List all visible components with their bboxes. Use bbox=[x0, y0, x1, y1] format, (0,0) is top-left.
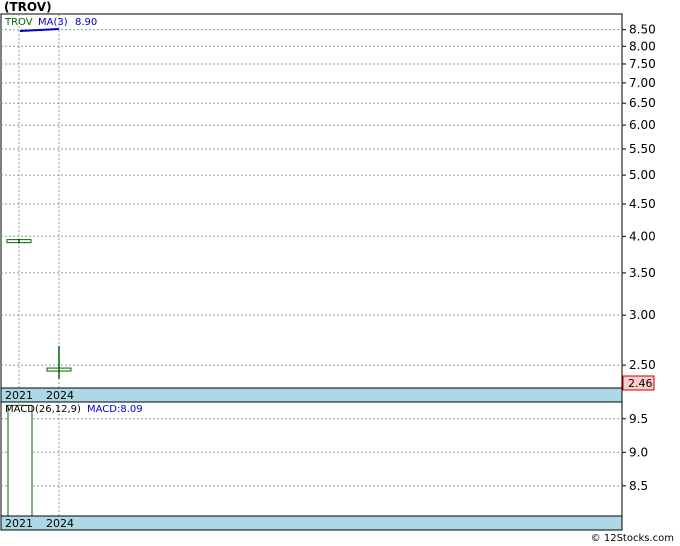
macd-y-tick-label: 8.5 bbox=[629, 479, 648, 493]
price-y-tick-label: 5.00 bbox=[629, 168, 656, 182]
price-x-label-2024: 2024 bbox=[46, 389, 74, 402]
price-y-tick-label: 2.50 bbox=[629, 358, 656, 372]
watermark: © 12Stocks.com bbox=[590, 533, 674, 544]
macd-x-label-2024: 2024 bbox=[46, 517, 74, 530]
macd-bar bbox=[7, 404, 33, 517]
price-panel-frame bbox=[0, 13, 623, 389]
legend-ma-label: MA(3) bbox=[38, 17, 68, 28]
macd-y-tick-label: 9.5 bbox=[629, 412, 648, 426]
price-y-tick-label: 6.50 bbox=[629, 96, 656, 110]
macd-y-tick-label: 9.0 bbox=[629, 445, 648, 459]
legend-ticker: TROV bbox=[4, 17, 33, 28]
macd-bars bbox=[7, 404, 33, 517]
price-x-label-2021: 2021 bbox=[5, 389, 33, 402]
price-y-tick-label: 8.50 bbox=[629, 23, 656, 37]
price-y-tick-label: 3.50 bbox=[629, 266, 656, 280]
macd-panel-frame bbox=[0, 401, 623, 531]
macd-x-label-2021: 2021 bbox=[5, 517, 33, 530]
price-y-tick-label: 4.00 bbox=[629, 229, 656, 243]
price-y-axis: 8.50 8.00 7.50 7.00 6.50 6.00 5.50 5.00 4.50 4.00… bbox=[622, 23, 656, 372]
price-y-tick-label: 4.50 bbox=[629, 197, 656, 211]
price-y-tick-label: 6.00 bbox=[629, 118, 656, 132]
price-y-tick-label: 7.00 bbox=[629, 76, 656, 90]
macd-y-axis: 9.5 9.0 8.5 bbox=[622, 412, 648, 493]
macd-x-band bbox=[0, 515, 623, 531]
stock-chart: TROV MA(3) 8.90 2021 2024 8.50 8.00 7.50 7.… bbox=[0, 13, 656, 531]
price-y-tick-label: 8.00 bbox=[629, 39, 656, 53]
price-y-tick-label: 7.50 bbox=[629, 57, 656, 71]
price-y-tick-label: 3.00 bbox=[629, 308, 656, 322]
price-y-tick-label: 5.50 bbox=[629, 142, 656, 156]
legend-ma-value: 8.90 bbox=[75, 17, 97, 28]
price-x-band bbox=[0, 387, 623, 403]
macd-legend-name: MACD(26,12,9) bbox=[5, 404, 81, 415]
last-price-label: 2.46 bbox=[628, 377, 653, 390]
macd-legend-value: MACD:8.09 bbox=[87, 404, 143, 415]
